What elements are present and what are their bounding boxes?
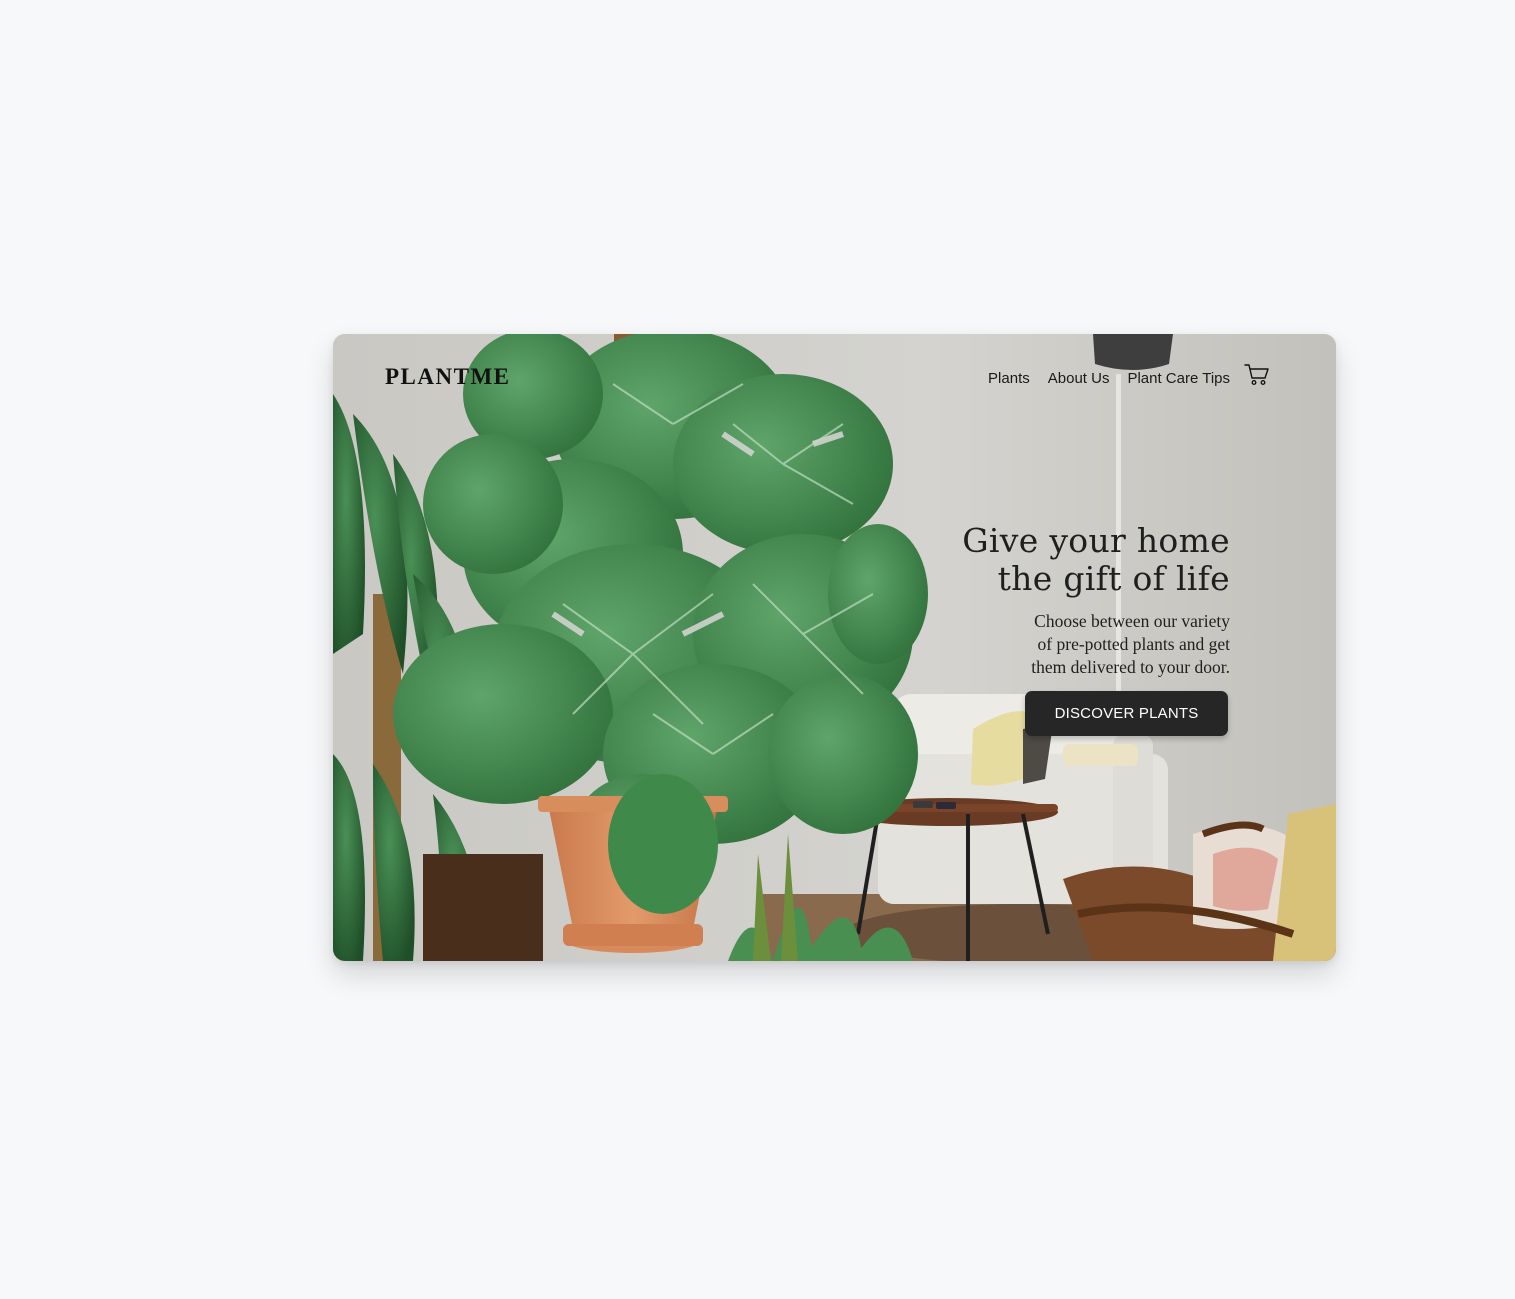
hero-subtext-line-1: Choose between our variety [1034,611,1230,631]
hero-headline: Give your home the gift of life [910,522,1230,598]
hero-headline-line-1: Give your home [962,521,1230,560]
hero-subtext-line-2: of pre-potted plants and get [1037,634,1230,654]
hero-subtext: Choose between our variety of pre-potted… [910,610,1230,679]
nav-link-plants[interactable]: Plants [988,370,1030,387]
shopping-cart-icon[interactable] [1244,363,1270,387]
hero-card: PLANTME Plants About Us Plant Care Tips … [333,334,1336,961]
discover-plants-button[interactable]: DISCOVER PLANTS [1025,691,1228,736]
hero-headline-line-2: the gift of life [997,559,1230,598]
nav-link-about-us[interactable]: About Us [1048,370,1110,387]
hero-subtext-line-3: them delivered to your door. [1031,657,1230,677]
nav-link-plant-care-tips[interactable]: Plant Care Tips [1127,370,1230,387]
main-nav: Plants About Us Plant Care Tips [988,363,1270,387]
brand-logo[interactable]: PLANTME [385,364,511,390]
hero-copy: Give your home the gift of life Choose b… [910,522,1230,679]
